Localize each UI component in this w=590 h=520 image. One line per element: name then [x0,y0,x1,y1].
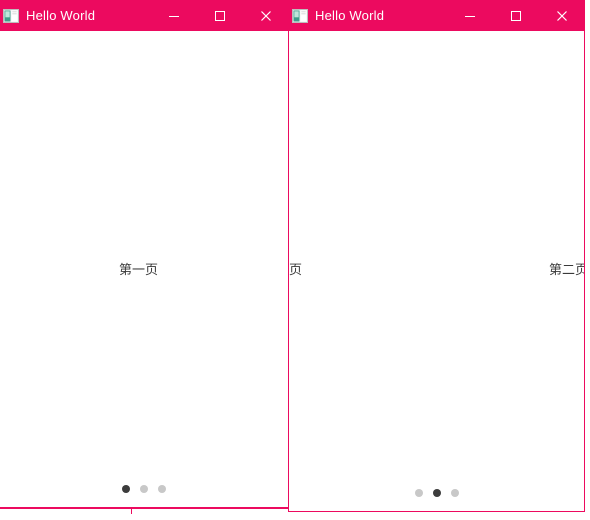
page-label-first: 第一页 [119,263,159,278]
pager-dot-1[interactable] [432,489,441,497]
app-window-icon [3,8,19,24]
close-button-right[interactable] [539,0,584,31]
pager-dots-right [289,489,584,497]
maximize-button-right[interactable] [493,0,539,31]
close-button-left[interactable] [243,0,288,31]
window-title-right: Hello World [315,8,385,23]
client-area-left: 第一页 [0,31,288,507]
page-label-second-clipped: 第二页 [549,263,584,278]
window-title-left: Hello World [26,8,96,23]
caption-buttons-left [151,0,288,31]
pager-dot-2[interactable] [450,489,459,497]
pager-dot-0[interactable] [414,489,423,497]
pager-dot-2[interactable] [158,485,166,493]
window-bottom-tick [131,509,132,514]
page-label-previous-clipped: 页 [289,263,303,278]
app-window-icon [292,8,308,24]
pager-dots-left [0,485,288,493]
titlebar-left[interactable]: Hello World [0,0,288,31]
caption-buttons-right [447,0,584,31]
pager-dot-0[interactable] [122,485,130,493]
maximize-button-left[interactable] [197,0,243,31]
client-area-right: 页 第二页 [289,31,584,511]
minimize-button-left[interactable] [151,0,197,31]
window-hello-world-right[interactable]: Hello World 页 第二页 [288,0,585,512]
pager-dot-1[interactable] [140,485,148,493]
window-hello-world-left[interactable]: Hello World 第一页 [0,0,290,509]
minimize-button-right[interactable] [447,0,493,31]
titlebar-right[interactable]: Hello World [289,0,584,31]
